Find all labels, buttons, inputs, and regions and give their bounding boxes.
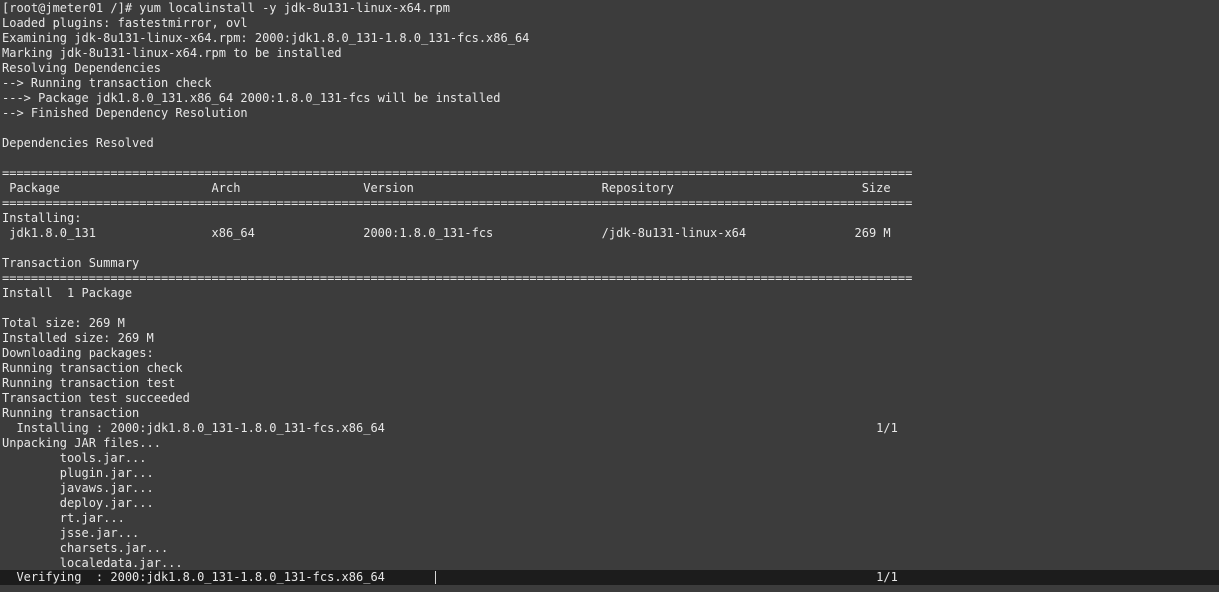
output-line: Unpacking JAR files... [2,436,161,450]
terminal-bottom-edge [0,585,1219,592]
output-line: --> Running transaction check [2,76,212,90]
output-line: --> Finished Dependency Resolution [2,106,248,120]
table-header: Package Arch Version Repository Size [2,181,891,195]
output-line: Examining jdk-8u131-linux-x64.rpm: 2000:… [2,31,530,45]
output-line: Loaded plugins: fastestmirror, ovl [2,16,248,30]
output-line: rt.jar... [2,511,125,525]
output-line: Total size: 269 M [2,316,125,330]
output-line: localedata.jar... [2,556,183,570]
table-separator: ========================================… [2,271,913,285]
output-line: Resolving Dependencies [2,61,161,75]
output-line: Marking jdk-8u131-linux-x64.rpm to be in… [2,46,342,60]
output-line: Transaction test succeeded [2,391,190,405]
terminal-output: [root@jmeter01 /]# yum localinstall -y j… [2,1,1219,571]
output-line: ---> Package jdk1.8.0_131.x86_64 2000:1.… [2,91,501,105]
output-line: charsets.jar... [2,541,169,555]
table-separator: ========================================… [2,166,913,180]
output-line: Running transaction test [2,376,176,390]
output-line: deploy.jar... [2,496,154,510]
output-line: Running transaction check [2,361,183,375]
output-line: Installed size: 269 M [2,331,154,345]
output-line: Downloading packages: [2,346,154,360]
command-line: [root@jmeter01 /]# yum localinstall -y j… [2,1,450,15]
output-line: plugin.jar... [2,466,154,480]
terminal-window[interactable]: [root@jmeter01 /]# yum localinstall -y j… [0,0,1219,592]
output-line: Dependencies Resolved [2,136,154,150]
output-line: javaws.jar... [2,481,154,495]
output-line: Installing : 2000:jdk1.8.0_131-1.8.0_131… [2,421,898,435]
output-line: Transaction Summary [2,256,140,270]
output-line: Install 1 Package [2,286,133,300]
text-cursor [435,571,436,584]
output-line: jsse.jar... [2,526,140,540]
current-line-highlight: Verifying : 2000:jdk1.8.0_131-1.8.0_131-… [0,570,1219,585]
table-row: jdk1.8.0_131 x86_64 2000:1.8.0_131-fcs /… [2,226,891,240]
output-line: Installing: [2,211,82,225]
output-line: Running transaction [2,406,140,420]
current-output-line: Verifying : 2000:jdk1.8.0_131-1.8.0_131-… [2,570,898,584]
table-separator: ========================================… [2,196,913,210]
output-line: tools.jar... [2,451,147,465]
